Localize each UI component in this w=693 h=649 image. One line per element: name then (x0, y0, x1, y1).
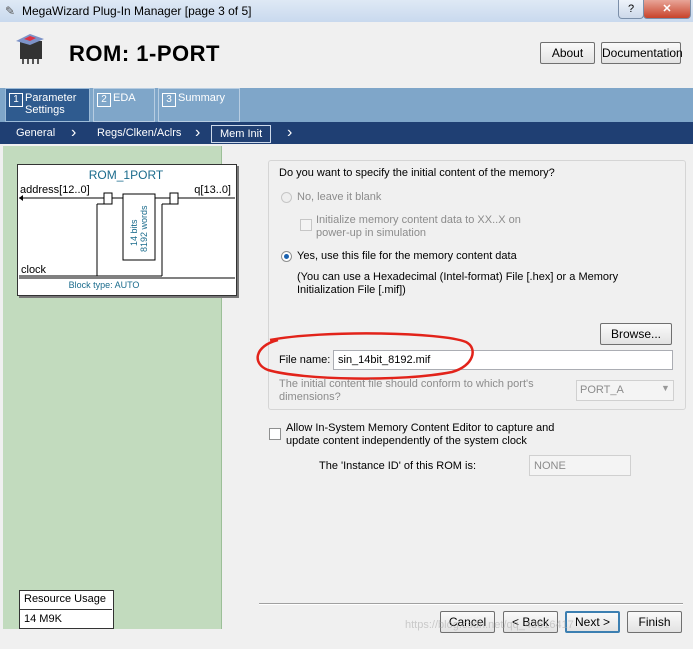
divider (19, 609, 112, 610)
clock-port-label: clock (21, 264, 47, 276)
browse-button[interactable]: Browse... (600, 323, 672, 345)
documentation-button[interactable]: Documentation (601, 42, 683, 64)
allow-insystem-editor-label: Allow In-System Memory Content Editor to… (286, 422, 555, 447)
watermark: https://blog.csdn.net/qq_43616417 (405, 619, 574, 631)
bits-label: 14 bits (129, 219, 139, 246)
yes-radio[interactable] (281, 251, 292, 262)
tab-number: 1 (9, 93, 23, 107)
instance-id-input[interactable]: NONE (529, 455, 631, 476)
file-format-hint: (You can use a Hexadecimal (Intel-format… (297, 271, 619, 296)
help-button[interactable]: ? (618, 0, 644, 19)
resource-usage-title: Resource Usage (24, 593, 106, 605)
init-content-question: Do you want to specify the initial conte… (279, 167, 555, 179)
subtab-general[interactable]: General (16, 122, 55, 144)
subtab-mem-init[interactable]: Mem Init (211, 125, 272, 143)
tab-label: Parameter Settings (25, 92, 77, 116)
address-port-label: address[12..0] (20, 184, 90, 196)
finish-button[interactable]: Finish (627, 611, 682, 633)
tab-eda[interactable]: 2 EDA (93, 88, 155, 122)
block-type-label: Block type: AUTO (69, 280, 140, 290)
init-xx-checkbox[interactable] (300, 219, 312, 231)
tab-label: EDA (113, 92, 136, 104)
annotation-ellipse (256, 332, 474, 380)
chevron-right-icon: › (71, 124, 77, 141)
about-button[interactable]: About (540, 42, 595, 64)
init-xx-label: Initialize memory content data to XX..X … (316, 214, 521, 239)
chevron-right-icon: › (287, 124, 293, 141)
tab-parameter-settings[interactable]: 1 Parameter Settings (5, 88, 90, 122)
tab-number: 2 (97, 93, 111, 107)
tab-label: Summary (178, 92, 226, 104)
app-icon: ✎ (5, 4, 16, 18)
words-label: 8192 words (139, 205, 149, 252)
chevron-right-icon: › (195, 124, 201, 141)
symbol-name: ROM_1PORT (89, 168, 164, 182)
no-radio[interactable] (281, 192, 292, 203)
chevron-down-icon: ▼ (661, 383, 670, 393)
close-button[interactable]: ✕ (643, 0, 691, 19)
no-radio-label: No, leave it blank (297, 191, 382, 203)
tab-number: 3 (162, 93, 176, 107)
subtab-bar: General › Regs/Clken/Aclrs › Mem Init › (0, 122, 693, 144)
port-select[interactable]: PORT_A (576, 380, 674, 401)
instance-id-label: The 'Instance ID' of this ROM is: (319, 460, 477, 472)
resource-usage-value: 14 M9K (24, 613, 62, 625)
port-dimension-label: The initial content file should conform … (279, 378, 534, 403)
chip-icon (16, 34, 44, 64)
allow-insystem-editor-checkbox[interactable] (269, 428, 281, 440)
yes-radio-label: Yes, use this file for the memory conten… (297, 250, 517, 262)
rom-symbol-diagram: ROM_1PORT address[12..0] q[13..0] 14 bit… (19, 168, 235, 290)
tab-strip: 1 Parameter Settings 2 EDA 3 Summary (0, 88, 693, 122)
tab-summary[interactable]: 3 Summary (158, 88, 240, 122)
q-port-label: q[13..0] (194, 184, 231, 196)
window-title: MegaWizard Plug-In Manager [page 3 of 5] (22, 4, 252, 18)
subtab-regs-clken-aclrs[interactable]: Regs/Clken/Aclrs (97, 122, 181, 144)
page-title: ROM: 1-PORT (69, 41, 220, 66)
divider (259, 603, 683, 605)
